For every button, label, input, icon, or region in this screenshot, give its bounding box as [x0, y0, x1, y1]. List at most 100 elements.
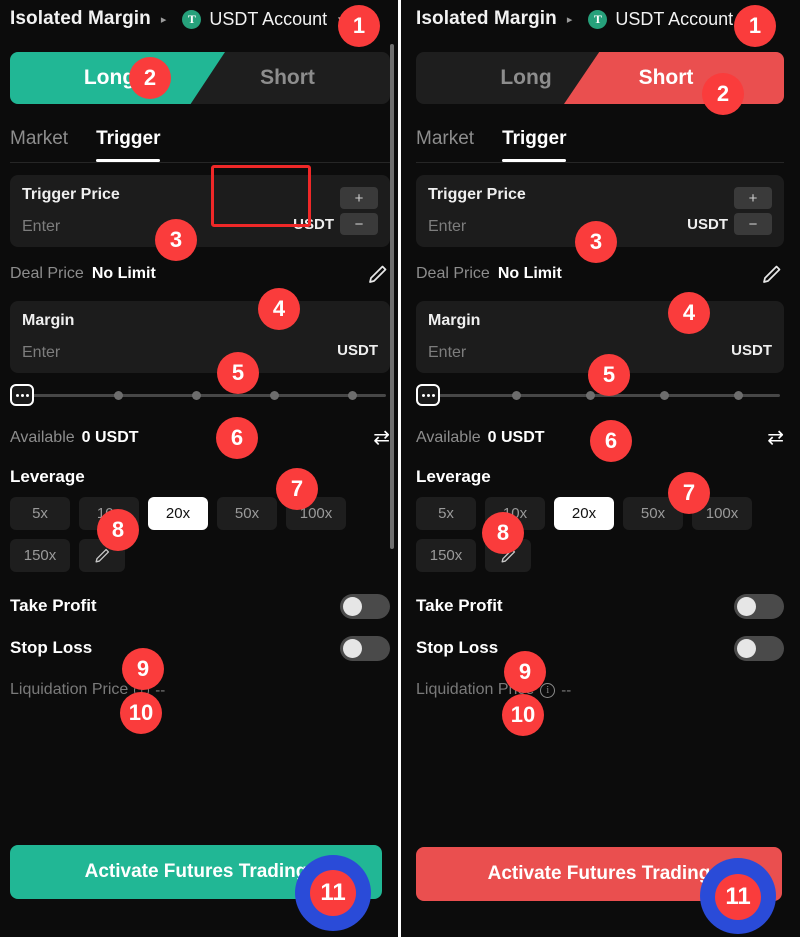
slider-stop[interactable] [734, 390, 743, 400]
callout-11: 11 [715, 874, 761, 920]
slider-stop[interactable] [114, 390, 123, 400]
callout-6: 6 [216, 417, 258, 459]
decrement-button[interactable]: − [734, 213, 772, 235]
info-icon[interactable]: i [540, 682, 556, 698]
divider-line [10, 162, 390, 163]
tab-long[interactable]: Long [10, 52, 225, 104]
available-label: Available [416, 429, 481, 446]
tab-long-label: Long [83, 66, 136, 89]
direction-tabs: Short Long [10, 52, 390, 104]
slider-stop[interactable] [348, 390, 357, 400]
stop-loss-toggle[interactable] [340, 635, 390, 661]
callout-2: 2 [129, 57, 171, 99]
panel-divider [398, 0, 401, 937]
pencil-icon[interactable] [366, 262, 390, 286]
stop-loss-label: Stop Loss [416, 638, 499, 657]
tab-trigger[interactable]: Trigger [502, 128, 567, 162]
liquidation-price-row: Liquidation Price i -- [416, 672, 784, 708]
available-row: Available 0 USDT ⇄ [10, 417, 390, 459]
leverage-option-5x[interactable]: 5x [416, 497, 476, 530]
leverage-option-20x[interactable]: 20x [554, 497, 614, 530]
chevron-right-icon[interactable]: ▸ [161, 13, 167, 26]
callout-3: 3 [155, 219, 197, 261]
leverage-option-20x[interactable]: 20x [148, 497, 208, 530]
slider-handle[interactable] [10, 384, 34, 406]
increment-button[interactable]: + [340, 187, 378, 209]
tab-market[interactable]: Market [10, 128, 68, 162]
leverage-option-5x[interactable]: 5x [10, 497, 70, 530]
toggle-knob [343, 638, 362, 658]
margin-mode-label[interactable]: Isolated Margin [10, 8, 151, 30]
slider-stop[interactable] [586, 390, 595, 400]
callout-9: 9 [504, 651, 546, 693]
tab-short-label: Short [260, 66, 315, 89]
margin-label: Margin [428, 312, 481, 329]
tab-market[interactable]: Market [416, 128, 474, 162]
margin-input[interactable]: Enter [428, 344, 480, 362]
leverage-options: 5x 10x 20x 50x 100x 150x [10, 497, 390, 572]
take-profit-toggle[interactable] [340, 593, 390, 619]
liquidation-price-value: -- [561, 681, 572, 699]
tab-long-label: Long [500, 66, 552, 89]
margin-unit: USDT [731, 342, 772, 359]
toggle-knob [737, 638, 756, 658]
account-selector-label[interactable]: USDT Account [615, 9, 733, 30]
callout-1: 1 [734, 5, 776, 47]
margin-input[interactable]: Enter [22, 344, 74, 362]
trigger-price-unit: USDT [293, 216, 334, 233]
margin-slider[interactable] [10, 373, 390, 417]
available-value: 0 USDT [487, 429, 545, 446]
order-type-tabs: Market Trigger [10, 104, 390, 162]
account-selector-label[interactable]: USDT Account [209, 9, 327, 30]
tether-icon: T [182, 9, 202, 29]
scrollbar[interactable] [390, 44, 394, 549]
tether-icon: T [588, 9, 608, 29]
chevron-right-icon[interactable]: ▸ [567, 13, 573, 26]
leverage-title: Leverage [416, 467, 491, 486]
callout-7: 7 [668, 472, 710, 514]
slider-stop[interactable] [192, 390, 201, 400]
trigger-price-input[interactable]: Enter [22, 218, 120, 236]
liquidation-price-label: Liquidation Price [10, 681, 129, 698]
slider-handle[interactable] [416, 384, 440, 406]
panel-header: Isolated Margin ▸ T USDT Account ▾ [10, 0, 390, 38]
cta-label: Activate Futures Trading [84, 861, 308, 882]
leverage-option-50x[interactable]: 50x [217, 497, 277, 530]
slider-stop[interactable] [270, 390, 279, 400]
swap-arrows-icon[interactable]: ⇄ [767, 428, 784, 448]
screenshot-root: Isolated Margin ▸ T USDT Account ▾ Short… [0, 0, 800, 937]
slider-stop[interactable] [512, 390, 521, 400]
callout-5: 5 [217, 352, 259, 394]
trade-panel-short: Isolated Margin ▸ T USDT Account ▾ Long … [400, 0, 800, 937]
tab-short[interactable]: Short [564, 52, 784, 104]
trigger-price-field[interactable]: Trigger Price Enter USDT + − [10, 165, 390, 247]
trigger-price-stepper: + − [340, 187, 378, 235]
take-profit-toggle[interactable] [734, 593, 784, 619]
stop-loss-row: Stop Loss [10, 624, 390, 672]
trigger-price-input[interactable]: Enter [428, 218, 526, 236]
slider-stop[interactable] [660, 390, 669, 400]
decrement-button[interactable]: − [340, 213, 378, 235]
panel-header: Isolated Margin ▸ T USDT Account ▾ [416, 0, 784, 38]
callout-9: 9 [122, 648, 164, 690]
margin-field[interactable]: Margin Enter USDT [10, 301, 390, 373]
callout-8: 8 [97, 509, 139, 551]
slider-track[interactable] [32, 393, 386, 397]
swap-arrows-icon[interactable]: ⇄ [373, 428, 390, 448]
margin-mode-label[interactable]: Isolated Margin [416, 8, 557, 30]
callout-2: 2 [702, 73, 744, 115]
take-profit-row: Take Profit [416, 582, 784, 630]
deal-price-row[interactable]: Deal Price No Limit [10, 247, 390, 301]
tab-trigger[interactable]: Trigger [96, 128, 161, 162]
stop-loss-label: Stop Loss [10, 638, 93, 657]
leverage-option-150x[interactable]: 150x [10, 539, 70, 572]
callout-1: 1 [338, 5, 380, 47]
leverage-options: 5x 10x 20x 50x 100x 150x [416, 497, 784, 572]
toggle-knob [343, 596, 362, 616]
callout-7: 7 [276, 468, 318, 510]
stop-loss-toggle[interactable] [734, 635, 784, 661]
increment-button[interactable]: + [734, 187, 772, 209]
pencil-icon[interactable] [760, 262, 784, 286]
callout-6: 6 [590, 420, 632, 462]
leverage-option-150x[interactable]: 150x [416, 539, 476, 572]
